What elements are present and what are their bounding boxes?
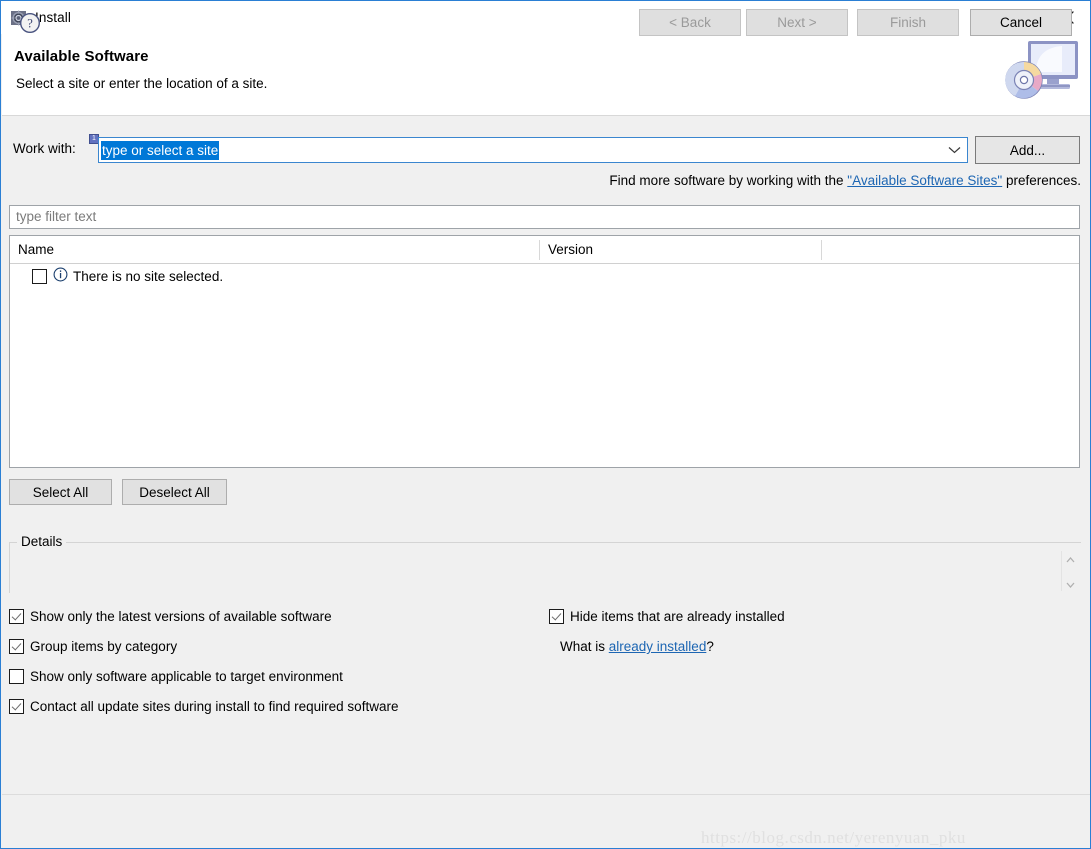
svg-text:?: ? (27, 17, 33, 31)
filter-input-placeholder: type filter text (16, 209, 97, 224)
row-name: There is no site selected. (73, 268, 224, 284)
table-row[interactable]: There is no site selected. (10, 264, 1079, 288)
option-contact-update-sites-checkbox[interactable] (9, 699, 24, 714)
finish-button-label: Finish (889, 15, 926, 30)
details-group: Details (9, 531, 1081, 593)
what-is-suffix: ? (706, 639, 714, 654)
select-all-button[interactable]: Select All (9, 479, 112, 505)
next-button[interactable]: Next > (746, 9, 848, 36)
column-header-version[interactable]: Version (540, 236, 822, 263)
back-button[interactable]: < Back (639, 9, 741, 36)
work-with-input[interactable]: type or select a site (101, 141, 220, 160)
next-button-label: Next > (777, 15, 817, 30)
option-applicable-target-env-checkbox[interactable] (9, 669, 24, 684)
finish-button[interactable]: Finish (857, 9, 959, 36)
available-software-table[interactable]: Name Version There is no site selected. (9, 235, 1080, 468)
details-scrollbar[interactable] (1061, 551, 1079, 591)
option-hide-installed[interactable]: Hide items that are already installed (549, 609, 785, 624)
computer-cd-icon (1000, 38, 1084, 106)
cancel-button[interactable]: Cancel (970, 9, 1072, 36)
select-all-button-label: Select All (32, 484, 89, 500)
option-applicable-target-env-label: Show only software applicable to target … (30, 669, 343, 684)
dialog-footer (2, 794, 1090, 848)
available-software-sites-link[interactable]: "Available Software Sites" (847, 173, 1002, 188)
option-hide-installed-label: Hide items that are already installed (570, 609, 785, 624)
find-more-software-text: Find more software by working with the "… (609, 173, 1081, 188)
install-dialog: Install Available Software Select a site… (0, 0, 1091, 849)
what-is-already-installed: What is already installed? (560, 639, 714, 654)
work-with-label: Work with: (13, 141, 76, 156)
dialog-header: Available Software Select a site or ente… (2, 34, 1090, 116)
option-show-latest-versions-label: Show only the latest versions of availab… (30, 609, 332, 624)
filter-input[interactable]: type filter text (9, 205, 1080, 229)
option-hide-installed-checkbox[interactable] (549, 609, 564, 624)
deselect-all-button-label: Deselect All (139, 484, 210, 500)
page-subtitle: Select a site or enter the location of a… (16, 76, 268, 91)
chevron-up-icon[interactable] (1066, 551, 1075, 566)
chevron-down-icon[interactable] (1066, 576, 1075, 591)
info-icon (53, 267, 68, 285)
add-site-button-label: Add... (1009, 142, 1046, 158)
option-group-by-category-label: Group items by category (30, 639, 178, 654)
find-more-suffix: preferences. (1002, 173, 1081, 188)
option-show-latest-versions[interactable]: Show only the latest versions of availab… (9, 609, 332, 624)
add-site-button[interactable]: Add... (975, 136, 1080, 164)
what-is-prefix: What is (560, 639, 609, 654)
option-applicable-target-env[interactable]: Show only software applicable to target … (9, 669, 343, 684)
deselect-all-button[interactable]: Deselect All (122, 479, 227, 505)
option-group-by-category[interactable]: Group items by category (9, 639, 177, 654)
help-question-icon[interactable]: ? (19, 12, 41, 34)
row-checkbox[interactable] (32, 268, 47, 284)
details-group-label: Details (17, 534, 67, 549)
cancel-button-label: Cancel (999, 15, 1043, 30)
already-installed-link[interactable]: already installed (609, 639, 707, 654)
option-show-latest-versions-checkbox[interactable] (9, 609, 24, 624)
find-more-prefix: Find more software by working with the (609, 173, 848, 188)
column-divider[interactable] (821, 240, 822, 260)
details-group-border (9, 542, 1081, 543)
option-contact-update-sites[interactable]: Contact all update sites during install … (9, 699, 398, 714)
option-contact-update-sites-label: Contact all update sites during install … (30, 699, 399, 714)
back-button-label: < Back (669, 15, 711, 30)
page-title: Available Software (14, 48, 149, 65)
column-header-name[interactable]: Name (10, 236, 540, 263)
work-with-combo[interactable]: type or select a site (98, 137, 968, 163)
chevron-down-icon[interactable] (948, 138, 961, 162)
option-group-by-category-checkbox[interactable] (9, 639, 24, 654)
table-header: Name Version (10, 236, 1079, 264)
details-group-border-left (9, 542, 10, 593)
